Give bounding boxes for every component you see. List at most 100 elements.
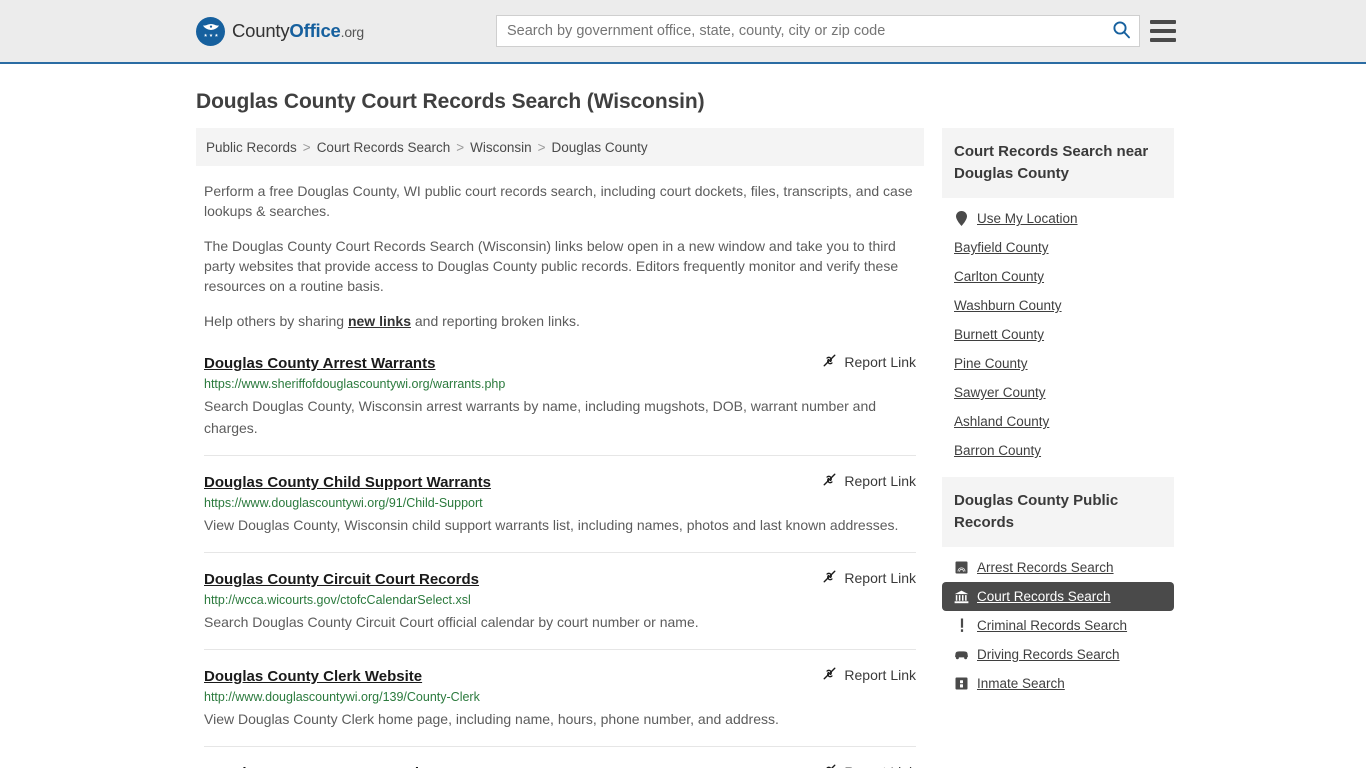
result-title-link[interactable]: Douglas County Circuit Court Records <box>204 571 479 588</box>
report-link-label: Report Link <box>844 473 916 489</box>
page-container: Douglas County Court Records Search (Wis… <box>0 90 1366 768</box>
intro-paragraph-3: Help others by sharing new links and rep… <box>196 311 924 331</box>
broken-link-icon <box>822 472 837 490</box>
sidebar-item-barron-county[interactable]: Barron County <box>942 436 1174 465</box>
sidebar-item-burnett-county[interactable]: Burnett County <box>942 320 1174 349</box>
sidebar-item-carlton-county[interactable]: Carlton County <box>942 262 1174 291</box>
sidebar-item-label: Court Records Search <box>977 589 1111 604</box>
sidebar-item-criminal-records-search[interactable]: Criminal Records Search <box>942 611 1174 640</box>
result-title-link[interactable]: Douglas County Child Support Warrants <box>204 474 491 491</box>
result-item: Douglas County Child Support Warrants Re… <box>204 472 916 553</box>
hamburger-menu-button[interactable] <box>1150 20 1176 42</box>
sidebar-item-washburn-county[interactable]: Washburn County <box>942 291 1174 320</box>
car-icon <box>954 647 969 662</box>
site-header: CountyOffice.org <box>0 0 1366 64</box>
intro-paragraph-1: Perform a free Douglas County, WI public… <box>196 181 924 221</box>
breadcrumb: Public Records > Court Records Search > … <box>196 128 924 166</box>
map-pin-icon <box>954 211 969 226</box>
sidebar-item-label: Ashland County <box>954 414 1049 429</box>
sidebar-item-label: Burnett County <box>954 327 1044 342</box>
sidebar: Court Records Search near Douglas County… <box>942 128 1174 710</box>
result-description: Search Douglas County, Wisconsin arrest … <box>204 395 916 439</box>
result-description: Search Douglas County Circuit Court offi… <box>204 611 916 633</box>
sidebar-public-records-list: Arrest Records Search <box>942 547 1174 698</box>
result-title-link[interactable]: Douglas County Arrest Warrants <box>204 355 435 372</box>
search-input[interactable] <box>497 16 1103 46</box>
share-text-after: and reporting broken links. <box>411 313 580 329</box>
result-title-link[interactable]: Douglas County Clerk Website <box>204 668 422 685</box>
result-url[interactable]: http://www.douglascountywi.org/139/Count… <box>204 690 916 704</box>
menu-bar-middle <box>1150 29 1176 33</box>
breadcrumb-separator: > <box>456 140 464 155</box>
sidebar-item-label: Barron County <box>954 443 1041 458</box>
sidebar-item-court-records-search[interactable]: Court Records Search <box>942 582 1174 611</box>
breadcrumb-separator: > <box>303 140 311 155</box>
report-link-label: Report Link <box>844 667 916 683</box>
breadcrumb-item-court-records-search[interactable]: Court Records Search <box>317 140 451 155</box>
report-link-label: Report Link <box>844 570 916 586</box>
result-description: View Douglas County Clerk home page, inc… <box>204 708 916 730</box>
breadcrumb-item-public-records[interactable]: Public Records <box>206 140 297 155</box>
result-item: Douglas County Court Records Report Link <box>204 763 916 768</box>
logo-text-office: Office <box>289 20 340 41</box>
result-header: Douglas County Arrest Warrants Report Li… <box>204 353 916 372</box>
main-column: Public Records > Court Records Search > … <box>196 128 924 768</box>
result-item: Douglas County Circuit Court Records Rep… <box>204 569 916 650</box>
fingerprint-icon <box>954 560 969 575</box>
logo-text-org: .org <box>341 24 364 40</box>
site-logo-link[interactable]: CountyOffice.org <box>196 17 364 46</box>
sidebar-item-label: Washburn County <box>954 298 1062 313</box>
new-links-link[interactable]: new links <box>348 313 411 329</box>
sidebar-item-ashland-county[interactable]: Ashland County <box>942 407 1174 436</box>
menu-bar-bottom <box>1150 38 1176 42</box>
report-link-button[interactable]: Report Link <box>808 763 916 768</box>
sidebar-nearby-header: Court Records Search near Douglas County <box>942 128 1174 198</box>
sidebar-item-label: Criminal Records Search <box>977 618 1127 633</box>
result-url[interactable]: http://wcca.wicourts.gov/ctofcCalendarSe… <box>204 593 916 607</box>
report-link-button[interactable]: Report Link <box>808 472 916 490</box>
countyoffice-eagle-logo-icon <box>196 17 225 46</box>
result-item: Douglas County Clerk Website Report Link <box>204 666 916 747</box>
broken-link-icon <box>822 569 837 587</box>
logo-text-county: County <box>232 20 289 41</box>
jail-icon <box>954 676 969 691</box>
report-link-label: Report Link <box>844 354 916 370</box>
result-url[interactable]: https://www.douglascountywi.org/91/Child… <box>204 496 916 510</box>
sidebar-item-label: Carlton County <box>954 269 1044 284</box>
courthouse-icon <box>954 589 969 604</box>
search-bar[interactable] <box>496 15 1140 47</box>
sidebar-item-label: Pine County <box>954 356 1028 371</box>
sidebar-item-inmate-search[interactable]: Inmate Search <box>942 669 1174 698</box>
broken-link-icon <box>822 763 837 768</box>
results-list: Douglas County Arrest Warrants Report Li… <box>196 353 924 768</box>
sidebar-nearby-list: Use My Location Bayfield County Carlton … <box>942 198 1174 465</box>
breadcrumb-separator: > <box>538 140 546 155</box>
sidebar-item-label: Driving Records Search <box>977 647 1120 662</box>
sidebar-item-sawyer-county[interactable]: Sawyer County <box>942 378 1174 407</box>
result-header: Douglas County Child Support Warrants Re… <box>204 472 916 491</box>
page-title: Douglas County Court Records Search (Wis… <box>196 90 1170 114</box>
search-submit-button[interactable] <box>1103 16 1139 46</box>
sidebar-public-records-box: Douglas County Public Records Arrest Rec… <box>942 477 1174 698</box>
report-link-button[interactable]: Report Link <box>808 569 916 587</box>
broken-link-icon <box>822 666 837 684</box>
content-columns: Public Records > Court Records Search > … <box>196 128 1170 768</box>
result-header: Douglas County Clerk Website Report Link <box>204 666 916 685</box>
sidebar-public-records-header: Douglas County Public Records <box>942 477 1174 547</box>
sidebar-item-arrest-records-search[interactable]: Arrest Records Search <box>942 553 1174 582</box>
exclamation-icon <box>954 618 969 633</box>
report-link-button[interactable]: Report Link <box>808 666 916 684</box>
report-link-label: Report Link <box>844 764 916 768</box>
sidebar-item-label: Use My Location <box>977 211 1078 226</box>
search-icon <box>1112 20 1131 42</box>
breadcrumb-item-wisconsin[interactable]: Wisconsin <box>470 140 532 155</box>
report-link-button[interactable]: Report Link <box>808 353 916 371</box>
breadcrumb-item-douglas-county[interactable]: Douglas County <box>552 140 648 155</box>
sidebar-item-driving-records-search[interactable]: Driving Records Search <box>942 640 1174 669</box>
sidebar-item-pine-county[interactable]: Pine County <box>942 349 1174 378</box>
result-url[interactable]: https://www.sheriffofdouglascountywi.org… <box>204 377 916 391</box>
result-header: Douglas County Court Records Report Link <box>204 763 916 768</box>
result-item: Douglas County Arrest Warrants Report Li… <box>204 353 916 456</box>
sidebar-item-use-my-location[interactable]: Use My Location <box>942 204 1174 233</box>
sidebar-item-bayfield-county[interactable]: Bayfield County <box>942 233 1174 262</box>
